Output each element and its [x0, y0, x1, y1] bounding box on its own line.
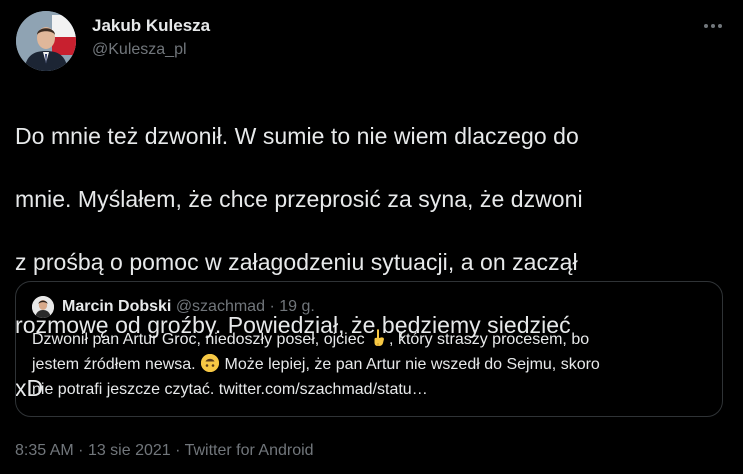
backhand-index-pointing-down-icon	[370, 329, 388, 347]
quoted-handle: @szachmad	[175, 298, 265, 315]
quoted-text-line: jestem źródłem newsa. Może lepiej, że pa…	[32, 352, 712, 377]
quoted-separator: ·	[269, 298, 275, 315]
quoted-tweet[interactable]: Marcin Dobski @szachmad · 19 g. Dzwonił …	[15, 281, 723, 417]
author-handle[interactable]: @Kulesza_pl	[92, 40, 210, 60]
author-info: Jakub Kulesza @Kulesza_pl	[92, 16, 210, 60]
tweet-date[interactable]: 13 sie 2021	[88, 442, 171, 459]
quoted-text-line: nie potrafi jeszcze czytać. twitter.com/…	[32, 381, 428, 398]
author-avatar[interactable]	[16, 11, 76, 71]
more-options-button[interactable]	[698, 14, 728, 38]
quoted-timestamp: 19 g.	[279, 298, 315, 315]
tweet-text-line: z prośbą o pomoc w załagodzeniu sytuacji…	[15, 248, 578, 275]
tweet-detail: Jakub Kulesza @Kulesza_pl Do mnie też dz…	[0, 0, 743, 474]
meta-separator: ·	[78, 442, 84, 459]
more-dot	[711, 24, 715, 28]
meta-separator: ·	[175, 442, 181, 459]
quoted-text-line: Dzwonił pan Artur Groc, niedoszły poseł,…	[32, 327, 712, 352]
quoted-text: Dzwonił pan Artur Groc, niedoszły poseł,…	[32, 327, 712, 402]
quoted-text-segment: jestem źródłem newsa.	[32, 356, 196, 373]
upside-down-face-icon	[201, 354, 220, 372]
quoted-text-segment: , który straszy procesem, bo	[389, 331, 590, 348]
tweet-time[interactable]: 8:35 AM	[15, 442, 74, 459]
author-display-name[interactable]: Jakub Kulesza	[92, 16, 210, 36]
more-horizontal-icon	[704, 24, 708, 28]
quoted-text-segment: Może lepiej, że pan Artur nie wszedł do …	[220, 356, 600, 373]
tweet-meta: 8:35 AM · 13 sie 2021 · Twitter for Andr…	[15, 440, 314, 462]
quoted-author-avatar	[32, 296, 54, 318]
quoted-text-segment: Dzwonił pan Artur Groc, niedoszły poseł,…	[32, 331, 365, 348]
tweet-text-line: Do mnie też dzwonił. W sumie to nie wiem…	[15, 122, 579, 149]
tweet-text-line: mnie. Myślałem, że chce przeprosić za sy…	[15, 185, 583, 212]
more-dot	[718, 24, 722, 28]
quoted-header: Marcin Dobski @szachmad · 19 g.	[62, 297, 315, 317]
tweet-source-link[interactable]: Twitter for Android	[185, 442, 314, 459]
quoted-display-name: Marcin Dobski	[62, 298, 172, 315]
